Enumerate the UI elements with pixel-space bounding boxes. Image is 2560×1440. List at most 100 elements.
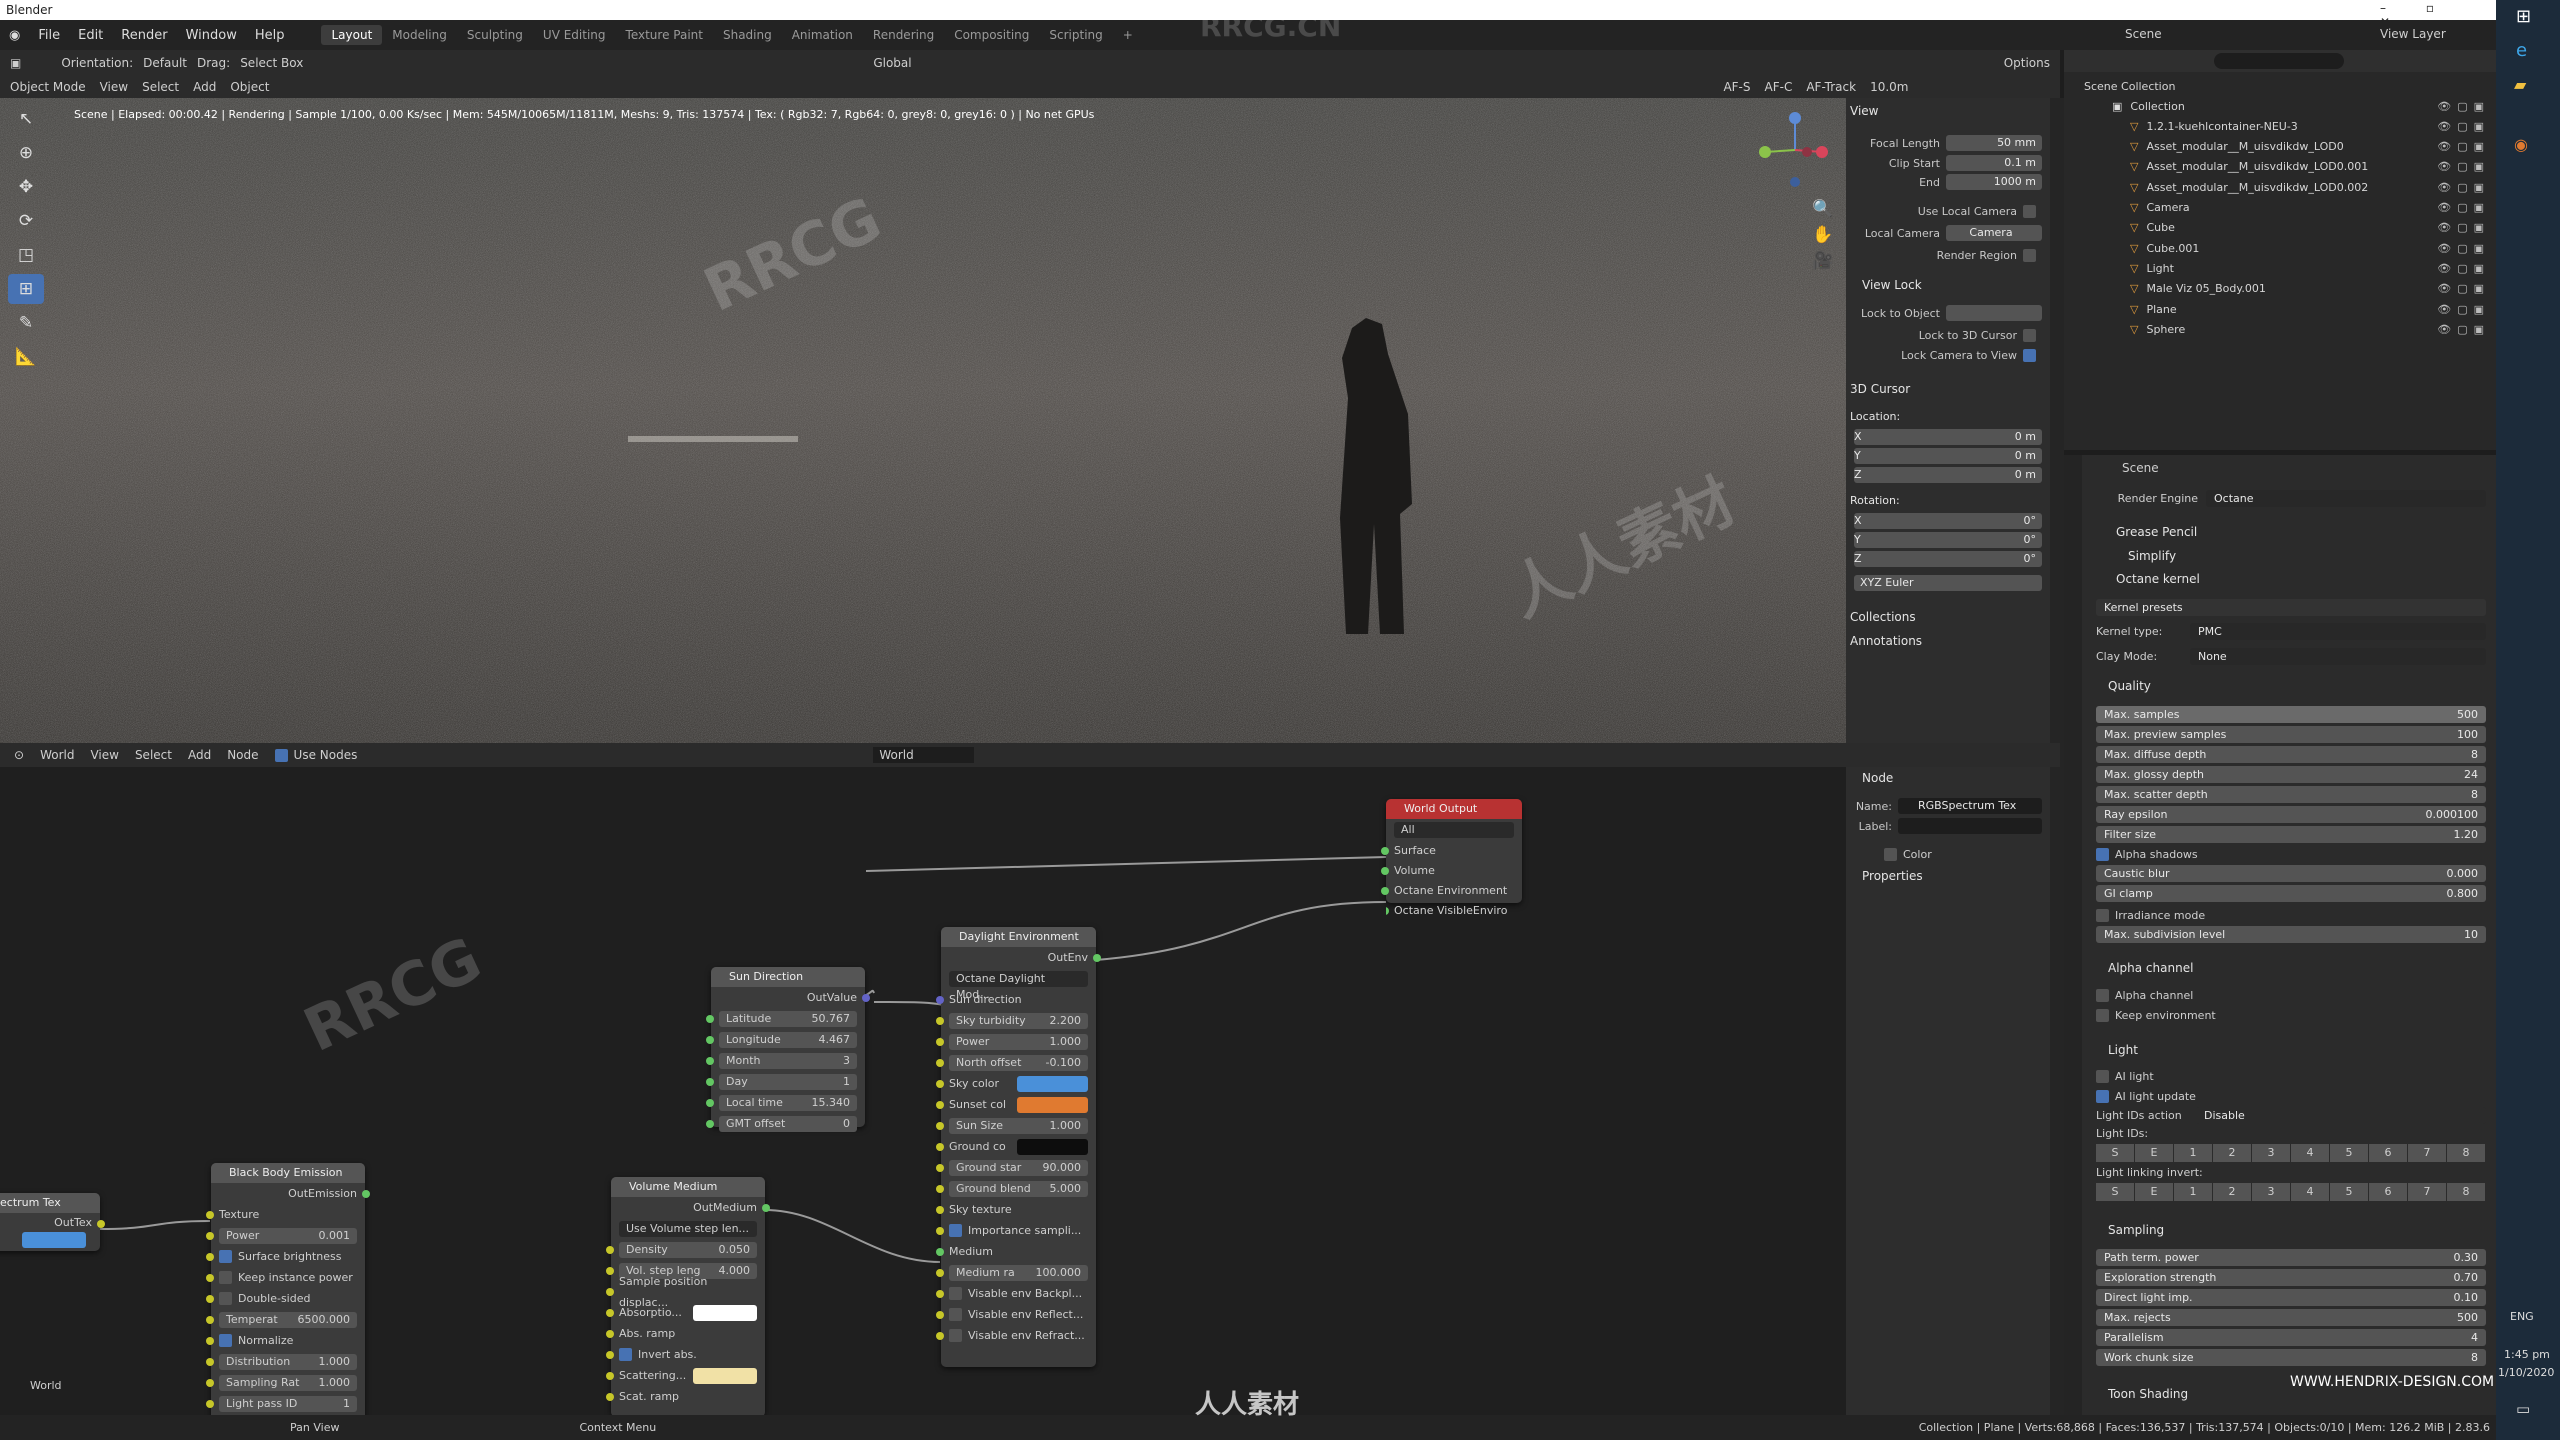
use-local-camera-checkbox[interactable] — [2023, 204, 2036, 218]
menu-render[interactable]: Render — [112, 28, 176, 43]
windows-start-icon[interactable]: ⊞ — [2516, 6, 2531, 27]
scene-selector[interactable]: Scene — [2125, 27, 2162, 41]
input-socket[interactable] — [606, 1267, 614, 1275]
edge-icon[interactable]: e — [2516, 40, 2527, 61]
tab-animation[interactable]: Animation — [782, 25, 863, 45]
focal-length-field[interactable]: 50 mm — [1946, 135, 2042, 151]
add-workspace-icon[interactable]: + — [1113, 25, 1143, 45]
quality-value[interactable]: 0.000100 — [2426, 808, 2479, 821]
volume-mode-dropdown[interactable]: Use Volume step len... — [619, 1220, 757, 1237]
lock-cursor-checkbox[interactable] — [2023, 328, 2036, 342]
lock-object-field[interactable] — [1946, 305, 2042, 321]
input-socket[interactable] — [706, 1015, 714, 1023]
visibility-toggle-icons[interactable]: 👁▢▣ — [2437, 160, 2490, 173]
local-camera-field[interactable]: Camera — [1946, 225, 2042, 241]
param-value[interactable]: 0 — [843, 1116, 850, 1132]
light-id-button[interactable]: 7 — [2408, 1182, 2446, 1201]
sidebar-tabs[interactable] — [2050, 98, 2064, 1438]
outliner-item[interactable]: ▽ Asset_modular__M_uisvdikdw_LOD0.002 👁▢▣ — [2064, 177, 2498, 197]
outliner-item[interactable]: ▽ Asset_modular__M_uisvdikdw_LOD0.001 👁▢▣ — [2064, 157, 2498, 177]
quality-value[interactable]: 100 — [2457, 728, 2478, 741]
cursor-rot-z[interactable]: 0° — [2024, 551, 2037, 567]
annotations-header[interactable]: Annotations — [1850, 634, 1922, 648]
param-value[interactable]: 3 — [843, 1053, 850, 1069]
param-value[interactable]: 1.000 — [1050, 1034, 1082, 1050]
shader-type-dropdown[interactable]: World — [40, 748, 74, 762]
outliner-item[interactable]: ▽ Camera 👁▢▣ — [2064, 198, 2498, 218]
input-socket[interactable] — [206, 1379, 214, 1387]
node-name-field[interactable]: RGBSpectrum Tex — [1898, 798, 2042, 814]
visibility-toggle-icons[interactable]: 👁▢▣ — [2437, 303, 2490, 316]
transform-orientation-dropdown[interactable]: Global — [873, 56, 911, 70]
outliner-item[interactable]: ▽ Cube.001 👁▢▣ — [2064, 238, 2498, 258]
sky-color-swatch[interactable] — [1017, 1075, 1088, 1092]
tab-compositing[interactable]: Compositing — [944, 25, 1039, 45]
blender-logo-icon[interactable]: ◉ — [0, 28, 29, 43]
light-ids-action-dropdown[interactable]: Disable — [2196, 1107, 2486, 1124]
visibility-toggle-icons[interactable]: 👁▢▣ — [2437, 323, 2490, 336]
world-datablock-field[interactable]: World — [873, 747, 974, 763]
cursor-loc-y[interactable]: 0 m — [2015, 448, 2036, 464]
sampling-value[interactable]: 0.70 — [2454, 1271, 2479, 1284]
add-menu[interactable]: Add — [193, 80, 216, 94]
orientation-dropdown[interactable]: Default — [143, 56, 187, 70]
param-value[interactable]: 1.000 — [319, 1354, 351, 1370]
sun-size-value[interactable]: 1.000 — [1050, 1118, 1082, 1134]
absorption-swatch[interactable] — [693, 1304, 757, 1321]
taskbar-language[interactable]: ENG — [2510, 1310, 2534, 1323]
light-id-button[interactable]: 5 — [2330, 1182, 2368, 1201]
outliner-item[interactable]: ▽ 1.2.1-kuehlcontainer-NEU-3 👁▢▣ — [2064, 116, 2498, 136]
param-value[interactable]: 50.767 — [812, 1011, 851, 1027]
param-value[interactable]: 1 — [843, 1074, 850, 1090]
options-dropdown[interactable]: Options — [2004, 56, 2050, 70]
quality-value[interactable]: 8 — [2471, 788, 2478, 801]
collections-header[interactable]: Collections — [1850, 610, 1916, 624]
daylight-model-dropdown[interactable]: Octane Daylight Mod... — [949, 970, 1088, 1001]
param-value[interactable]: 5.000 — [1050, 1181, 1082, 1197]
kernel-type-dropdown[interactable]: PMC — [2190, 623, 2486, 640]
ground-color-swatch[interactable] — [1017, 1138, 1088, 1155]
tab-rendering[interactable]: Rendering — [863, 25, 944, 45]
ai-light-checkbox[interactable] — [2096, 1070, 2109, 1083]
light-id-button[interactable]: 5 — [2330, 1143, 2368, 1162]
outliner-item[interactable]: ▽ Plane 👁▢▣ — [2064, 299, 2498, 319]
menu-help[interactable]: Help — [246, 28, 294, 43]
cursor-rot-y[interactable]: 0° — [2024, 532, 2037, 548]
taskbar-date[interactable]: 1/10/2020 — [2498, 1366, 2554, 1379]
light-id-button[interactable]: 8 — [2447, 1143, 2485, 1162]
scale-icon[interactable]: ◳ — [8, 240, 44, 270]
rgb-spectrum-swatch[interactable] — [22, 1232, 86, 1248]
outliner-item[interactable]: ▽ Asset_modular__M_uisvdikdw_LOD0 👁▢▣ — [2064, 137, 2498, 157]
ai-light-update-checkbox[interactable] — [2096, 1090, 2109, 1103]
outliner-item[interactable]: ▽ Male Viz 05_Body.001 👁▢▣ — [2064, 279, 2498, 299]
sampling-value[interactable]: 0.10 — [2454, 1291, 2479, 1304]
visibility-toggle-icons[interactable]: 👁▢▣ — [2437, 221, 2490, 234]
outliner-item[interactable]: ▽ Light 👁▢▣ — [2064, 258, 2498, 278]
quality-value[interactable]: 24 — [2464, 768, 2478, 781]
node-node-menu[interactable]: Node — [227, 748, 258, 762]
select-cursor-icon[interactable]: ↖ — [8, 104, 44, 134]
editor-type-icon[interactable]: ⊙ — [14, 748, 24, 762]
select-menu[interactable]: Select — [142, 80, 179, 94]
input-socket[interactable] — [936, 1017, 944, 1025]
input-socket[interactable] — [706, 1099, 714, 1107]
rotate-icon[interactable]: ⟳ — [8, 206, 44, 236]
light-id-button[interactable]: 7 — [2408, 1143, 2446, 1162]
folder-icon[interactable]: ▰ — [2514, 75, 2526, 94]
visibility-toggle-icons[interactable]: 👁▢▣ — [2437, 282, 2490, 295]
world-output-node[interactable]: World Output All Surface Volume Octane E… — [1381, 799, 1522, 917]
light-id-button[interactable]: 1 — [2174, 1143, 2212, 1162]
move-icon[interactable]: ✥ — [8, 172, 44, 202]
light-id-button[interactable]: E — [2135, 1182, 2173, 1201]
tab-scripting[interactable]: Scripting — [1039, 25, 1112, 45]
temperature-value[interactable]: 6500.000 — [298, 1312, 351, 1328]
input-socket[interactable] — [936, 1164, 944, 1172]
outliner-root[interactable]: Scene Collection — [2064, 76, 2498, 96]
cursor-loc-x[interactable]: 0 m — [2015, 429, 2036, 445]
light-id-button[interactable]: S — [2096, 1143, 2134, 1162]
daylight-environment-node[interactable]: Daylight Environment OutEnv Octane Dayli… — [936, 927, 1101, 1367]
lock-camera-checkbox[interactable] — [2023, 348, 2036, 362]
input-socket[interactable] — [706, 1036, 714, 1044]
sampling-value[interactable]: 8 — [2471, 1351, 2478, 1364]
outliner-search-input[interactable] — [2214, 53, 2344, 69]
